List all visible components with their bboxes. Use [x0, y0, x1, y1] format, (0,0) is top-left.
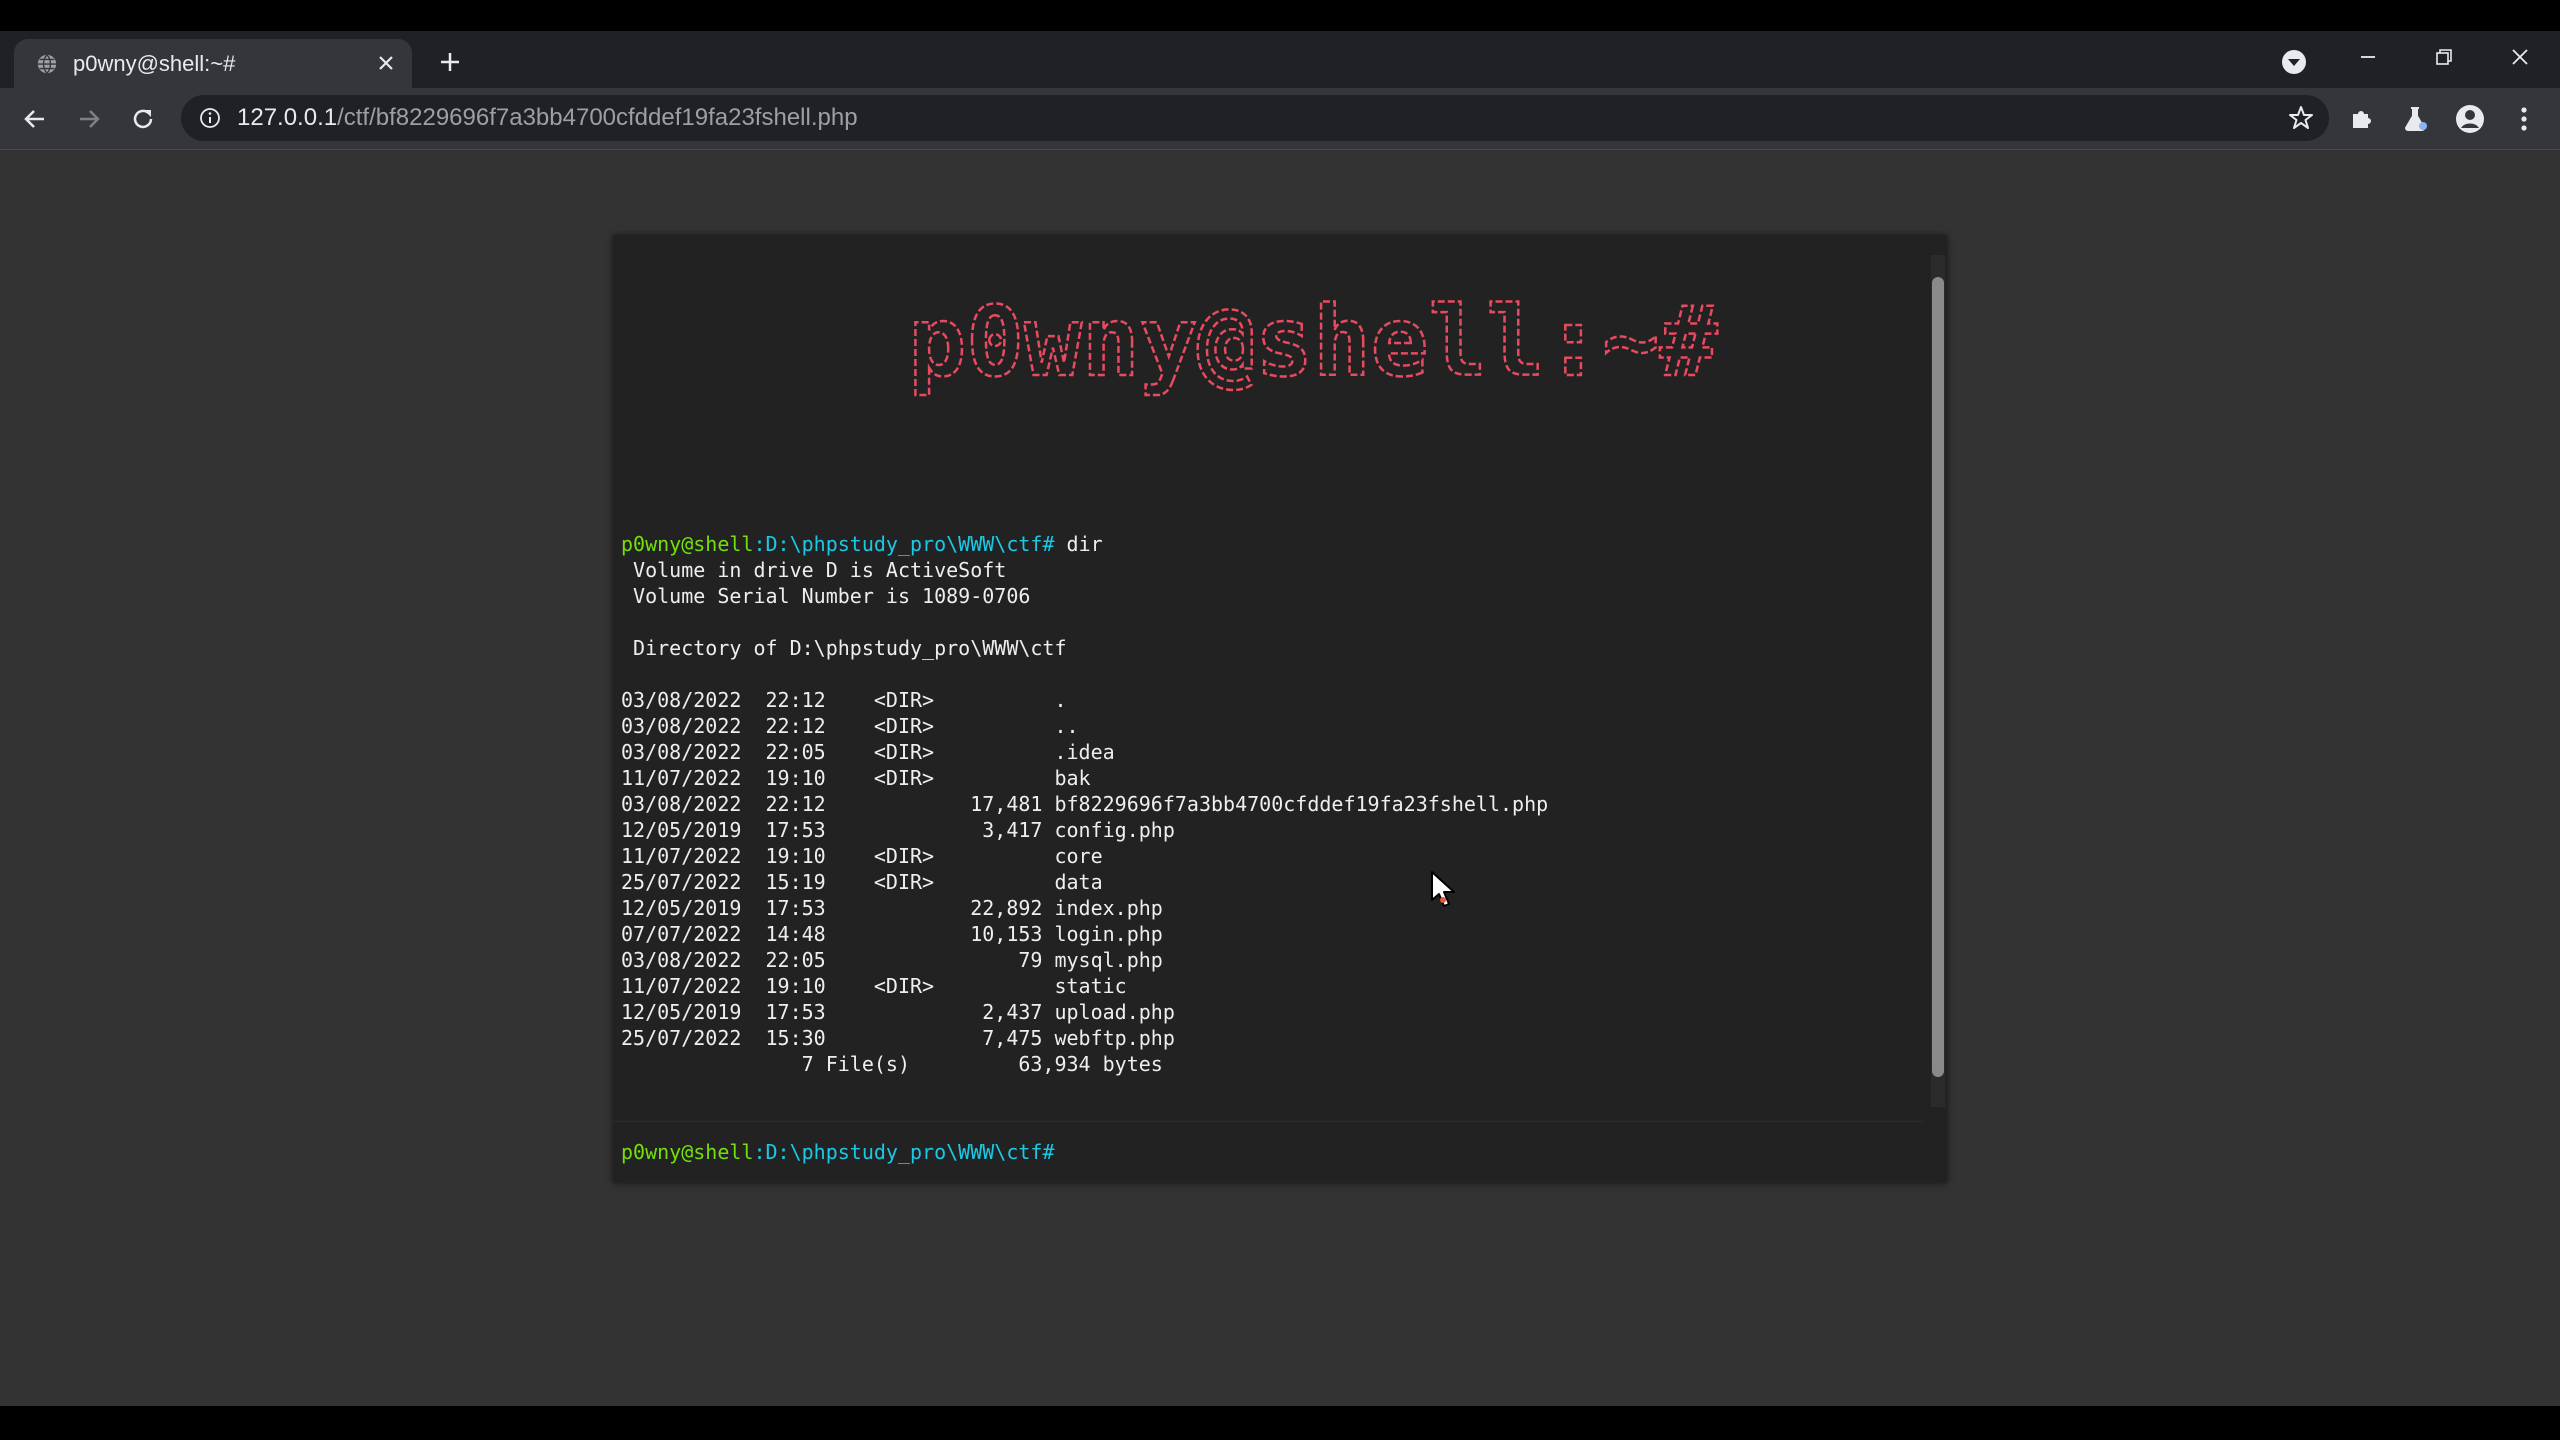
shell-output: p0wny@shell:D:\phpstudy_pro\WWW\ctf# dir… — [621, 531, 1921, 1081]
tab-search-icon[interactable] — [2278, 46, 2310, 78]
output-line: 11/07/2022 19:10 <DIR> static — [621, 974, 1127, 998]
output-line: 03/08/2022 22:05 <DIR> .idea — [621, 740, 1115, 764]
output-line: 7 Dir(s) 100,046,016,512 bytes free — [621, 1078, 1235, 1081]
output-line: 12/05/2019 17:53 3,417 config.php — [621, 818, 1175, 842]
command-text: dir — [1054, 532, 1103, 556]
output-line: 25/07/2022 15:19 <DIR> data — [621, 870, 1103, 894]
prompt-user: p0wny@shell — [621, 532, 754, 556]
mouse-cursor-icon — [1431, 871, 1455, 907]
bookmark-star-icon[interactable] — [2287, 104, 2315, 132]
divider — [613, 1121, 1923, 1122]
tab-strip: p0wny@shell:~# — [0, 31, 2560, 88]
tab-close-icon[interactable] — [372, 49, 400, 77]
forward-arrow-icon[interactable] — [70, 100, 108, 138]
close-icon[interactable] — [2484, 31, 2556, 83]
prompt-path: :D:\phpstudy_pro\WWW\ctf# — [753, 532, 1055, 556]
output-line: Volume Serial Number is 1089-0706 — [633, 584, 1031, 608]
url-text[interactable]: 127.0.0.1/ctf/bf8229696f7a3bb4700cfddef1… — [237, 104, 858, 132]
output-line: Directory of D:\phpstudy_pro\WWW\ctf — [633, 636, 1067, 660]
output-line: 03/08/2022 22:12 <DIR> . — [621, 688, 1067, 712]
output-line: 07/07/2022 14:48 10,153 login.php — [621, 922, 1163, 946]
tab-p0wny-shell[interactable]: p0wny@shell:~# — [14, 39, 412, 88]
prompt-user: p0wny@shell — [621, 1140, 754, 1164]
url-path: /ctf/bf8229696f7a3bb4700cfddef19fa23fshe… — [337, 104, 858, 131]
output-lines: Volume in drive D is ActiveSoft Volume S… — [621, 558, 1548, 1081]
output-line: 7 File(s) 63,934 bytes — [801, 1052, 1163, 1076]
profile-avatar-icon[interactable] — [2451, 100, 2489, 138]
output-line: 12/05/2019 17:53 2,437 upload.php — [621, 1000, 1175, 1024]
back-arrow-icon[interactable] — [16, 100, 54, 138]
output-line: 03/08/2022 22:12 <DIR> .. — [621, 714, 1079, 738]
restore-icon[interactable] — [2408, 31, 2480, 83]
output-line: 11/07/2022 19:10 <DIR> core — [621, 844, 1103, 868]
tab-title: p0wny@shell:~# — [73, 51, 236, 76]
prompt-path: :D:\phpstudy_pro\WWW\ctf# — [753, 1140, 1055, 1164]
command-input[interactable] — [1068, 1137, 1868, 1165]
url-host: 127.0.0.1 — [237, 104, 338, 131]
output-line: 25/07/2022 15:30 7,475 webftp.php — [621, 1026, 1175, 1050]
output-line: 03/08/2022 22:05 79 mysql.php — [621, 948, 1163, 972]
ascii-banner: p0wny@shell:~# — [907, 285, 1719, 400]
browser-window: p0wny@shell:~# 127.0.0.1/ctf/bf8229696f7… — [0, 31, 2560, 1406]
labs-flask-icon[interactable] — [2396, 100, 2434, 138]
scrollbar-thumb[interactable] — [1932, 277, 1944, 1077]
extensions-puzzle-icon[interactable] — [2343, 100, 2381, 138]
site-info-icon[interactable] — [199, 107, 221, 129]
address-bar[interactable]: 127.0.0.1/ctf/bf8229696f7a3bb4700cfddef1… — [181, 95, 2329, 141]
output-line: 03/08/2022 22:12 17,481 bf8229696f7a3bb4… — [621, 792, 1549, 816]
reload-icon[interactable] — [124, 100, 162, 138]
output-line: 11/07/2022 19:10 <DIR> bak — [621, 766, 1091, 790]
output-line: Volume in drive D is ActiveSoft — [633, 558, 1007, 582]
minimize-icon[interactable] — [2332, 31, 2404, 83]
new-tab-plus-icon[interactable] — [433, 45, 467, 79]
input-prompt: p0wny@shell:D:\phpstudy_pro\WWW\ctf# — [621, 1139, 1054, 1165]
globe-icon — [37, 54, 57, 74]
page-content: p0wny@shell:~# p0wny@shell:D:\phpstudy_p… — [0, 150, 2560, 1406]
shell-terminal: p0wny@shell:~# p0wny@shell:D:\phpstudy_p… — [613, 235, 1947, 1183]
output-line: 12/05/2019 17:53 22,892 index.php — [621, 896, 1163, 920]
kebab-menu-icon[interactable] — [2505, 100, 2543, 138]
banner-text: p0wny@shell:~# — [908, 286, 1717, 398]
toolbar: 127.0.0.1/ctf/bf8229696f7a3bb4700cfddef1… — [0, 88, 2560, 150]
